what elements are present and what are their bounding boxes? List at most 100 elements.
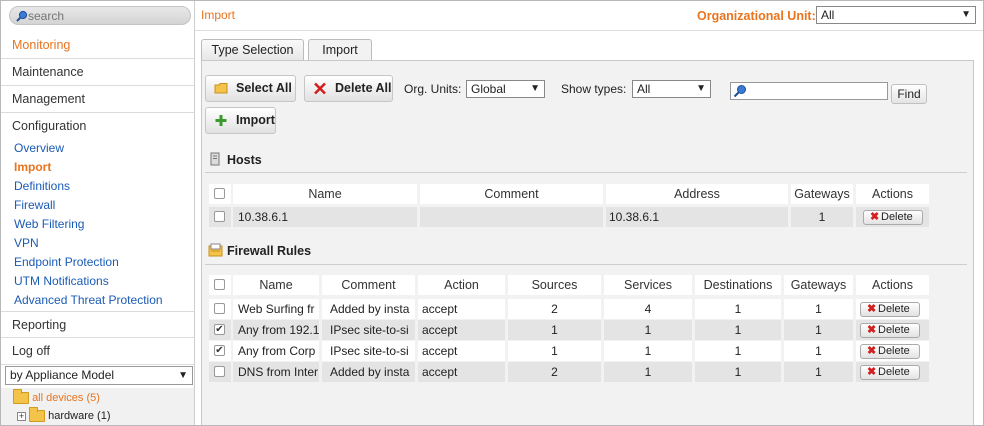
firewall-rules-title: Firewall Rules [227, 244, 312, 258]
section-divider [205, 172, 967, 173]
find-button[interactable]: Find [891, 84, 927, 104]
rule-sources: 2 [508, 362, 601, 382]
tree-item-hardware[interactable]: + hardware (1) [17, 407, 111, 423]
rule-action: accept [418, 362, 505, 382]
delete-label: Delete [881, 211, 913, 223]
rule-services: 1 [604, 341, 692, 361]
rule-name: Any from Corp [233, 341, 319, 361]
nav-log-off[interactable]: Log off [1, 338, 194, 365]
rule-services: 1 [604, 320, 692, 340]
nav-endpoint-protection[interactable]: Endpoint Protection [14, 253, 119, 272]
search-icon [733, 85, 746, 98]
delete-x-icon: ✖ [867, 303, 877, 315]
delete-label: Delete [878, 303, 910, 315]
nav-overview[interactable]: Overview [14, 139, 64, 158]
delete-button[interactable]: ✖ Delete [860, 365, 920, 380]
row-checkbox[interactable] [214, 366, 225, 377]
select-all-checkbox[interactable] [214, 279, 225, 290]
nav-definitions[interactable]: Definitions [14, 177, 70, 196]
rule-destinations: 1 [695, 299, 781, 319]
hosts-header-name: Name [233, 184, 417, 204]
fw-header-name: Name [233, 275, 319, 295]
nav-monitoring[interactable]: Monitoring [1, 32, 194, 59]
row-select-cell [209, 362, 231, 382]
org-unit-value: All [821, 8, 835, 22]
org-units-select[interactable]: Global ▼ [466, 80, 545, 98]
rule-services: 1 [604, 362, 692, 382]
import-button[interactable]: Import [205, 107, 276, 134]
search-box[interactable] [9, 6, 191, 25]
tab-type-selection[interactable]: Type Selection [201, 39, 304, 61]
nav-web-filtering[interactable]: Web Filtering [14, 215, 84, 234]
delete-button[interactable]: ✖ Delete [860, 323, 920, 338]
breadcrumb: Import [201, 8, 236, 22]
rule-sources: 2 [508, 299, 601, 319]
tab-import[interactable]: Import [308, 39, 372, 62]
show-types-value: All [637, 82, 651, 96]
row-checkbox[interactable]: ✔ [214, 324, 225, 335]
hosts-header-gateways: Gateways [791, 184, 853, 204]
select-all-label: Select All [236, 81, 292, 95]
rule-comment: Added by insta [322, 362, 415, 382]
tree-item-all-devices[interactable]: all devices (5) [13, 389, 100, 405]
firewall-rules-icon [208, 243, 223, 257]
rule-name: DNS from Inter [233, 362, 319, 382]
expand-icon[interactable]: + [17, 411, 26, 421]
nav-reporting[interactable]: Reporting [1, 311, 194, 338]
nav-maintenance[interactable]: Maintenance [1, 59, 194, 86]
sidebar: Monitoring Maintenance Management Config… [1, 1, 195, 425]
delete-all-button[interactable]: Delete All [304, 75, 393, 102]
search-input[interactable] [28, 8, 188, 23]
select-all-checkbox[interactable] [214, 188, 225, 199]
nav-advanced-threat-protection[interactable]: Advanced Threat Protection [14, 291, 163, 310]
find-input[interactable] [730, 82, 888, 100]
hosts-title: Hosts [227, 153, 262, 167]
tree-label-all-devices: all devices (5) [32, 392, 100, 404]
rule-comment: IPsec site-to-si [322, 341, 415, 361]
delete-button[interactable]: ✖ Delete [860, 344, 920, 359]
fw-header-destinations: Destinations [695, 275, 781, 295]
delete-label: Delete [878, 366, 910, 378]
fw-header-actions: Actions [856, 275, 929, 295]
host-name: 10.38.6.1 [233, 207, 417, 227]
delete-button[interactable]: ✖ Delete [863, 210, 923, 225]
folder-icon [29, 407, 46, 423]
host-address: 10.38.6.1 [606, 207, 788, 227]
select-all-button[interactable]: Select All [205, 75, 296, 102]
show-types-label: Show types: [561, 82, 627, 96]
nav-configuration[interactable]: Configuration [1, 113, 194, 140]
nav-import[interactable]: Import [14, 158, 51, 177]
delete-x-icon: ✖ [867, 366, 877, 378]
row-checkbox[interactable] [214, 211, 225, 222]
nav-management[interactable]: Management [1, 86, 194, 113]
row-select-cell [209, 299, 231, 319]
rule-name: Web Surfing fr [233, 299, 319, 319]
nav-firewall[interactable]: Firewall [14, 196, 55, 215]
host-gateways: 1 [791, 207, 853, 227]
search-icon [16, 10, 28, 22]
plus-icon [215, 115, 227, 126]
section-divider [205, 264, 967, 265]
delete-x-icon: ✖ [867, 324, 877, 336]
nav-utm-notifications[interactable]: UTM Notifications [14, 272, 109, 291]
tree-label-hardware: hardware (1) [48, 410, 111, 422]
dropdown-arrow-icon: ▼ [530, 83, 540, 94]
import-label: Import [236, 113, 275, 127]
delete-label: Delete [878, 324, 910, 336]
rule-sources: 1 [508, 341, 601, 361]
row-select-cell: ✔ [209, 320, 231, 340]
org-unit-select[interactable]: All ▼ [816, 6, 976, 24]
fw-header-comment: Comment [322, 275, 415, 295]
app-window: Monitoring Maintenance Management Config… [0, 0, 984, 426]
rule-gateways: 1 [784, 320, 853, 340]
org-unit-label: Organizational Unit: [697, 9, 816, 23]
row-checkbox[interactable] [214, 303, 225, 314]
device-tree: all devices (5) + hardware (1) [1, 388, 194, 425]
appliance-model-select[interactable]: by Appliance Model ▼ [5, 366, 193, 385]
delete-x-icon: ✖ [867, 345, 877, 357]
delete-button[interactable]: ✖ Delete [860, 302, 920, 317]
row-checkbox[interactable]: ✔ [214, 345, 225, 356]
rule-action: accept [418, 320, 505, 340]
nav-vpn[interactable]: VPN [14, 234, 39, 253]
show-types-select[interactable]: All ▼ [632, 80, 711, 98]
